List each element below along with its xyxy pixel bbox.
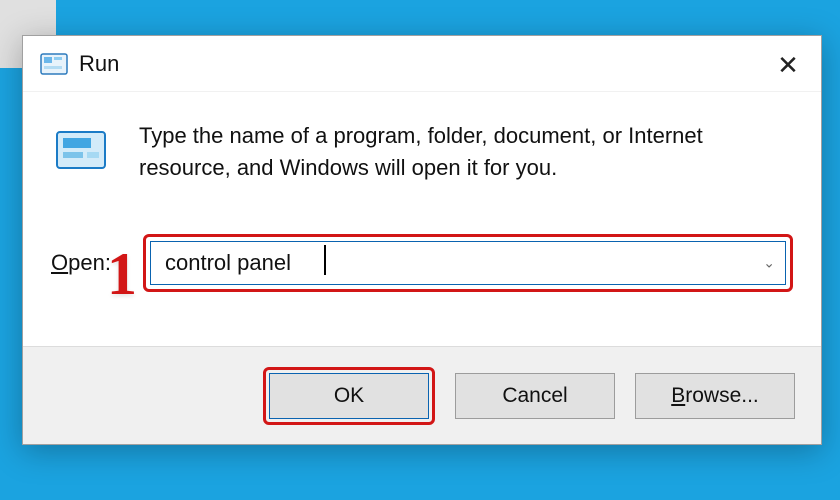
ok-button[interactable]: OK: [269, 373, 429, 419]
run-body-icon: [51, 120, 111, 180]
run-app-icon: [37, 47, 71, 81]
run-dialog: Run ✕ Type the name of a program, folder…: [22, 35, 822, 445]
window-title: Run: [79, 51, 119, 77]
text-caret: [324, 245, 326, 275]
cancel-button[interactable]: Cancel: [455, 373, 615, 419]
open-input[interactable]: [150, 241, 786, 285]
open-label: Open:: [51, 250, 143, 276]
button-footer: OK Cancel Browse...: [23, 346, 821, 444]
title-bar: Run ✕: [23, 36, 821, 92]
close-icon: ✕: [777, 50, 799, 81]
dialog-body: Type the name of a program, folder, docu…: [23, 92, 821, 292]
description-text: Type the name of a program, folder, docu…: [139, 120, 779, 184]
ok-button-label: OK: [334, 384, 364, 408]
browse-button[interactable]: Browse...: [635, 373, 795, 419]
cancel-button-label: Cancel: [502, 384, 567, 408]
open-combobox[interactable]: ⌄: [143, 234, 793, 292]
close-button[interactable]: ✕: [765, 42, 811, 88]
step1-highlight-box: [143, 234, 793, 292]
step2-highlight-box: OK: [263, 367, 435, 425]
browse-button-label: Browse...: [671, 384, 759, 408]
